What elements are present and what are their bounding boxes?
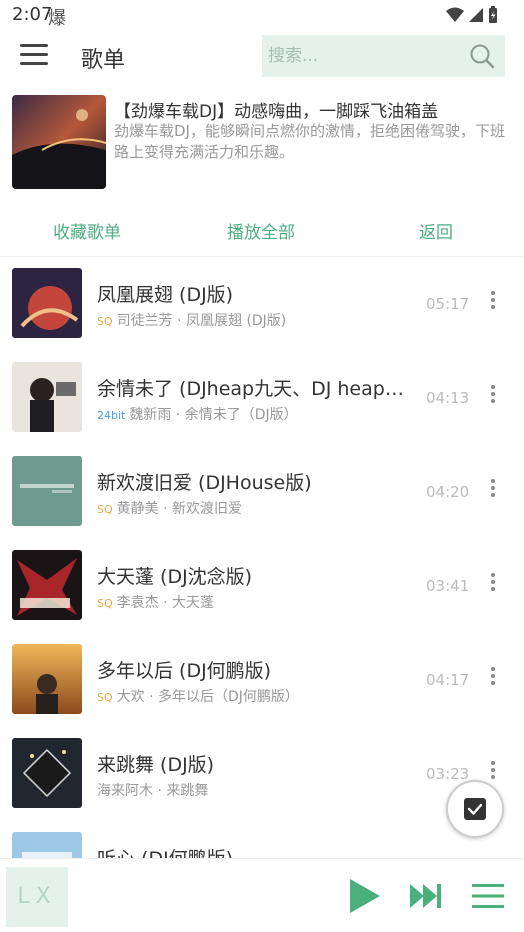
playlist-info: 【劲爆车载DJ】动感嗨曲，一脚踩飞油箱盖 劲爆车载DJ，能够瞬间点燃你的激情，拒…: [0, 95, 524, 191]
song-row[interactable]: 大天蓬 (DJ沈念版) SQ 李袁杰 · 大天蓬 03:41: [0, 540, 524, 634]
song-title: 新欢渡旧爱 (DJHouse版): [97, 472, 312, 494]
quality-badge: SQ: [97, 597, 113, 610]
quality-badge: SQ: [97, 503, 113, 516]
song-row[interactable]: 听心 (DJ何鹏版): [0, 822, 524, 858]
song-title: 来跳舞 (DJ版): [97, 754, 215, 776]
multi-select-button[interactable]: [446, 780, 504, 838]
song-row[interactable]: 多年以后 (DJ何鹏版) SQ 大欢 · 多年以后（DJ何鹏版） 04:17: [0, 634, 524, 728]
song-meta: SQ 大欢 · 多年以后（DJ何鹏版）: [97, 686, 299, 706]
search-box[interactable]: [262, 35, 505, 77]
quality-badge: 24bit: [97, 409, 126, 422]
play-all-button[interactable]: 播放全部: [227, 218, 295, 243]
song-cover: [12, 738, 82, 808]
song-title: 大天蓬 (DJ沈念版): [97, 566, 253, 588]
song-meta: SQ 司徒兰芳 · 凤凰展翅 (DJ版): [97, 310, 286, 330]
song-meta: SQ 李袁杰 · 大天蓬: [97, 592, 214, 612]
menu-icon-line: [20, 53, 48, 56]
song-duration: 04:17: [426, 671, 470, 689]
divider: [0, 256, 524, 257]
page-title: 歌单: [81, 48, 126, 73]
playlist-queue-icon[interactable]: [472, 883, 504, 909]
quality-badge: SQ: [97, 315, 113, 328]
more-options-icon[interactable]: [484, 573, 502, 597]
more-options-icon[interactable]: [484, 761, 502, 785]
next-track-icon[interactable]: [408, 881, 444, 911]
song-duration: 05:17: [426, 295, 470, 313]
more-options-icon[interactable]: [484, 385, 502, 409]
search-icon[interactable]: [469, 43, 495, 69]
song-artist-album: 海来阿木 · 来跳舞: [97, 783, 209, 799]
more-options-icon[interactable]: [484, 479, 502, 503]
song-title: 凤凰展翅 (DJ版): [97, 284, 234, 306]
song-list[interactable]: 凤凰展翅 (DJ版) SQ 司徒兰芳 · 凤凰展翅 (DJ版) 05:17 余情未…: [0, 258, 524, 858]
collect-playlist-button[interactable]: 收藏歌单: [53, 218, 121, 243]
song-row[interactable]: 新欢渡旧爱 (DJHouse版) SQ 黄静美 · 新欢渡旧爱 04:20: [0, 446, 524, 540]
song-cover: [12, 644, 82, 714]
status-time: 2:07: [12, 4, 53, 25]
status-icons: [446, 6, 498, 24]
play-icon[interactable]: [346, 877, 382, 915]
song-artist-album: 司徒兰芳 · 凤凰展翅 (DJ版): [116, 313, 287, 329]
song-meta: 24bit 魏新雨 · 余情未了（DJ版）: [97, 404, 298, 424]
song-title: 余情未了 (DJheap九天、DJ heap九天): [97, 378, 422, 400]
playlist-cover: [12, 95, 106, 189]
song-artist-album: 黄静美 · 新欢渡旧爱: [116, 501, 242, 517]
song-duration: 03:23: [426, 765, 470, 783]
status-bar: 2:07 爆: [0, 0, 524, 30]
menu-icon-line: [20, 44, 48, 47]
song-meta: 海来阿木 · 来跳舞: [97, 780, 208, 800]
search-input[interactable]: [268, 43, 458, 69]
song-meta: SQ 黄静美 · 新欢渡旧爱: [97, 498, 242, 518]
playlist-name: 【劲爆车载DJ】动感嗨曲，一脚踩飞油箱盖: [114, 102, 439, 122]
wifi-icon: [446, 7, 464, 22]
more-options-icon[interactable]: [484, 291, 502, 315]
player-bar: LX: [0, 858, 524, 932]
song-cover: [12, 268, 82, 338]
song-row[interactable]: 凤凰展翅 (DJ版) SQ 司徒兰芳 · 凤凰展翅 (DJ版) 05:17: [0, 258, 524, 352]
song-artist-album: 魏新雨 · 余情未了（DJ版）: [129, 407, 298, 423]
song-duration: 04:13: [426, 389, 470, 407]
song-cover: [12, 550, 82, 620]
signal-icon: [469, 8, 483, 22]
checkbox-icon: [464, 798, 486, 820]
song-cover: [12, 832, 82, 858]
back-button[interactable]: 返回: [419, 218, 453, 243]
song-duration: 04:20: [426, 483, 470, 501]
song-duration: 03:41: [426, 577, 470, 595]
menu-button[interactable]: [20, 44, 48, 68]
song-artist-album: 大欢 · 多年以后（DJ何鹏版）: [116, 689, 299, 705]
song-cover: [12, 456, 82, 526]
song-title: 多年以后 (DJ何鹏版): [97, 660, 272, 682]
playlist-description: 劲爆车载DJ，能够瞬间点燃你的激情，拒绝困倦驾驶，下班路上变得充满活力和乐趣。: [114, 122, 505, 161]
notification-icon: 爆: [48, 8, 66, 29]
song-artist-album: 李袁杰 · 大天蓬: [116, 595, 214, 611]
song-title: 听心 (DJ何鹏版): [97, 844, 422, 858]
song-cover: [12, 362, 82, 432]
quality-badge: SQ: [97, 691, 113, 704]
app-header: 歌单: [0, 32, 524, 80]
menu-icon-line: [20, 62, 48, 65]
song-row[interactable]: 余情未了 (DJheap九天、DJ heap九天) 24bit 魏新雨 · 余情未…: [0, 352, 524, 446]
battery-icon: [489, 6, 497, 23]
playlist-actions: 收藏歌单 播放全部 返回: [0, 212, 524, 248]
more-options-icon[interactable]: [484, 667, 502, 691]
player-cover-logo[interactable]: LX: [6, 867, 68, 927]
